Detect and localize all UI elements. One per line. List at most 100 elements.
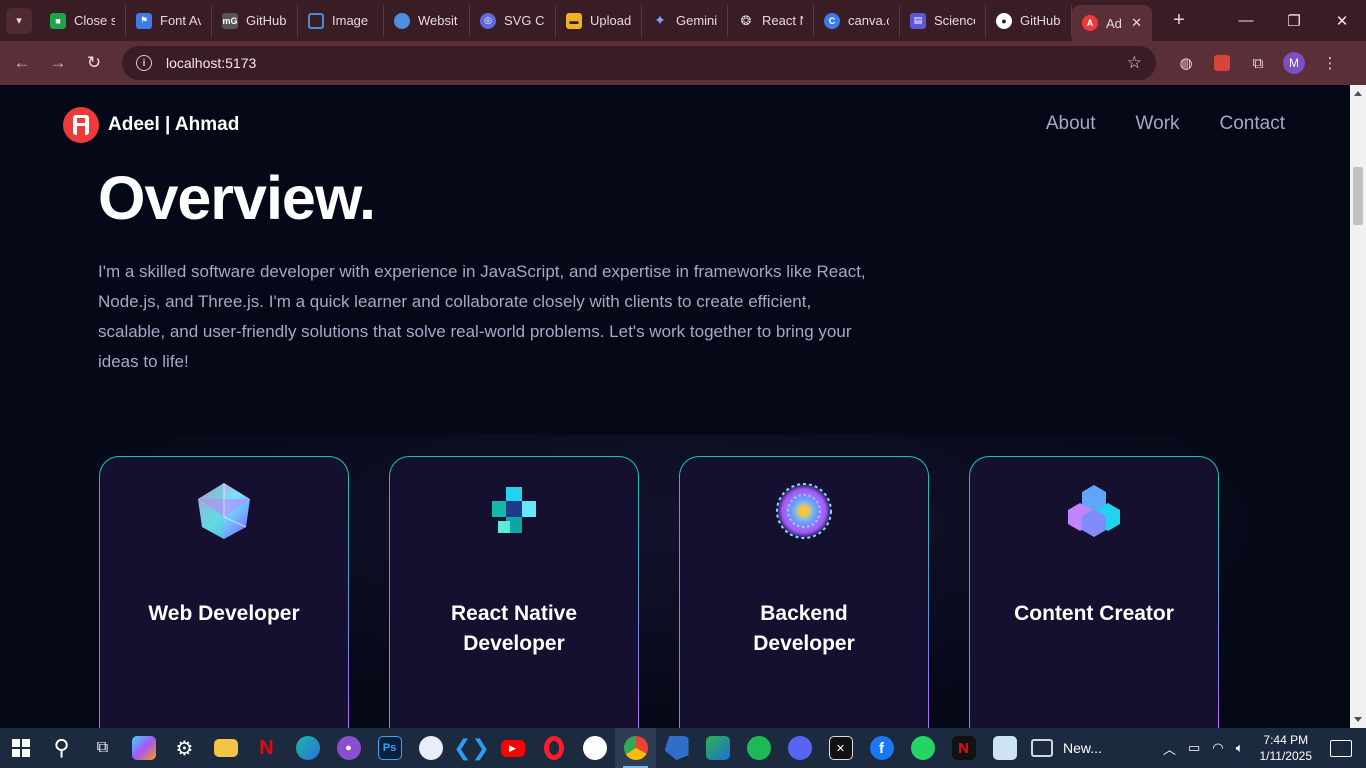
service-card-backend[interactable]: Backend Developer <box>679 456 929 728</box>
news-widget[interactable]: New... <box>1031 739 1102 757</box>
spotify-icon[interactable] <box>738 728 779 768</box>
whatsapp-icon[interactable] <box>902 728 943 768</box>
brand-name[interactable]: Adeel | Ahmad <box>108 114 239 136</box>
photoshop-icon[interactable]: Ps <box>369 728 410 768</box>
scrollbar-thumb[interactable] <box>1353 167 1363 225</box>
opera-icon[interactable] <box>533 728 574 768</box>
new-tab-button[interactable]: + <box>1166 9 1192 32</box>
browser-tab[interactable]: Ccanva.c <box>814 4 900 37</box>
browser-tab[interactable]: ▬ Upload <box>556 4 642 37</box>
netflix-app-icon[interactable]: N <box>943 728 984 768</box>
restore-icon[interactable]: ❐ <box>1270 0 1318 41</box>
page-scrollbar[interactable] <box>1350 85 1366 728</box>
netflix-icon[interactable]: N <box>246 728 287 768</box>
profile-avatar[interactable]: M <box>1283 52 1305 74</box>
chrome-icon[interactable] <box>615 728 656 768</box>
clock-time: 7:44 PM <box>1263 733 1309 747</box>
remote-desktop-icon[interactable] <box>984 728 1025 768</box>
bookmark-star-icon[interactable]: ☆ <box>1127 53 1142 73</box>
browser-tab[interactable]: ❂ React N <box>728 4 814 37</box>
browser-tab-active[interactable]: A Ad ✕ <box>1072 5 1152 41</box>
scroll-down-arrow-icon[interactable] <box>1354 717 1362 722</box>
nav-links: About Work Contact <box>1046 113 1285 135</box>
back-arrow-icon[interactable]: ← <box>8 49 36 77</box>
settings-gear-icon[interactable]: ⚙ <box>164 728 205 768</box>
tab-title: Font Av <box>160 13 201 28</box>
edge-browser-icon[interactable] <box>287 728 328 768</box>
menu-kebab-icon[interactable]: ⋮ <box>1312 49 1348 77</box>
reload-icon[interactable]: ↻ <box>80 49 108 77</box>
file-explorer-icon[interactable] <box>205 728 246 768</box>
forward-arrow-icon[interactable]: → <box>44 49 72 77</box>
window-controls: — ❐ ✕ <box>1222 0 1366 41</box>
openai-icon: ❂ <box>740 12 752 28</box>
close-tab-icon[interactable]: ✕ <box>1127 15 1142 31</box>
browser-tab[interactable]: ⚑ Font Av <box>126 4 212 37</box>
task-view-icon[interactable]: ⧉ <box>82 728 123 768</box>
discord-icon[interactable] <box>779 728 820 768</box>
browser-tab[interactable]: ✦ Gemini <box>642 4 728 37</box>
flag-icon: ⚑ <box>136 12 152 29</box>
github-icon[interactable] <box>574 728 615 768</box>
tab-title: GitHub <box>1020 13 1061 28</box>
tab-title: SVG Co <box>504 13 545 28</box>
tab-title: Websit <box>418 13 458 28</box>
snipping-tool-icon[interactable] <box>410 728 451 768</box>
tab-title: Gemini <box>676 13 717 28</box>
tab-title: GitHub <box>246 13 287 28</box>
notification-icon[interactable] <box>1330 739 1352 757</box>
vscode-icon[interactable]: ❮❯ <box>451 728 492 768</box>
svg-icon: ◎ <box>480 12 496 29</box>
browser-tab[interactable]: ◎ SVG Co <box>470 4 556 37</box>
service-card-web[interactable]: Web Developer <box>99 456 349 728</box>
browser-tab[interactable]: ■ Close s <box>40 4 126 37</box>
chevron-up-icon[interactable]: ︿ <box>1163 739 1176 758</box>
browser-tab-strip: ▾ ■ Close s ⚑ Font Av mG GitHub Image Websi… <box>0 0 1366 41</box>
news-label: New... <box>1063 740 1102 756</box>
service-card-content[interactable]: Content Creator <box>969 456 1219 728</box>
address-bar[interactable]: i localhost:5173 ☆ <box>122 46 1156 80</box>
search-icon[interactable]: ⚲ <box>41 728 82 768</box>
browser-tab[interactable]: Image <box>298 4 384 37</box>
facebook-icon[interactable]: f <box>861 728 902 768</box>
clock[interactable]: 7:44 PM 1/11/2025 <box>1260 732 1313 764</box>
nav-link-about[interactable]: About <box>1046 113 1096 135</box>
site-logo-icon[interactable] <box>63 107 99 143</box>
service-card-react-native[interactable]: React Native Developer <box>389 456 639 728</box>
minimize-icon[interactable]: — <box>1222 0 1270 41</box>
tab-title: Ad <box>1106 15 1122 31</box>
system-tray: ︿ ▭ ◠ 🔈︎ 7:44 PM 1/11/2025 <box>1163 728 1366 768</box>
capcut-icon[interactable]: ✕ <box>820 728 861 768</box>
windows-taskbar: ⚲ ⧉ ⚙ N ● Ps ❮❯ ▶ ✕ f N New... ︿ ▭ ◠ 🔈︎ … <box>0 728 1366 768</box>
site-info-icon[interactable]: i <box>136 55 152 71</box>
intro-paragraph: I'm a skilled software developer with ex… <box>98 262 866 371</box>
extensions-puzzle-icon[interactable]: ⧉ <box>1240 49 1276 77</box>
azure-devops-icon[interactable] <box>656 728 697 768</box>
nav-link-contact[interactable]: Contact <box>1220 113 1285 135</box>
browser-tab[interactable]: ● GitHub <box>986 4 1072 37</box>
battery-icon[interactable]: ▭ <box>1188 740 1200 756</box>
copilot-icon[interactable] <box>123 728 164 768</box>
browser-tab[interactable]: mG GitHub <box>212 4 298 37</box>
github-desktop-icon[interactable]: ● <box>328 728 369 768</box>
browser-tab[interactable]: Websit <box>384 4 470 37</box>
gemini-sparkle-icon: ✦ <box>654 12 666 28</box>
youtube-icon[interactable]: ▶ <box>492 728 533 768</box>
green-square-icon: ■ <box>50 12 66 29</box>
adeel-logo-icon: A <box>1082 15 1098 31</box>
github-icon: ● <box>996 12 1012 29</box>
browser-tab[interactable]: ▤ Science <box>900 4 986 37</box>
url-text[interactable]: localhost:5173 <box>166 55 256 71</box>
tab-title: Upload <box>590 13 631 28</box>
scroll-up-arrow-icon[interactable] <box>1354 91 1362 96</box>
camtasia-icon[interactable] <box>697 728 738 768</box>
translate-globe-icon[interactable]: ◍ <box>1168 49 1204 77</box>
wifi-icon[interactable]: ◠ <box>1212 740 1223 756</box>
close-window-icon[interactable]: ✕ <box>1318 0 1366 41</box>
tab-search-chevron-icon[interactable]: ▾ <box>6 7 32 34</box>
cube-blocks-icon <box>492 487 536 533</box>
nav-link-work[interactable]: Work <box>1136 113 1180 135</box>
windows-start-icon[interactable] <box>0 728 41 768</box>
extension-red-icon[interactable] <box>1204 49 1240 77</box>
volume-icon[interactable]: 🔈︎ <box>1236 740 1244 756</box>
